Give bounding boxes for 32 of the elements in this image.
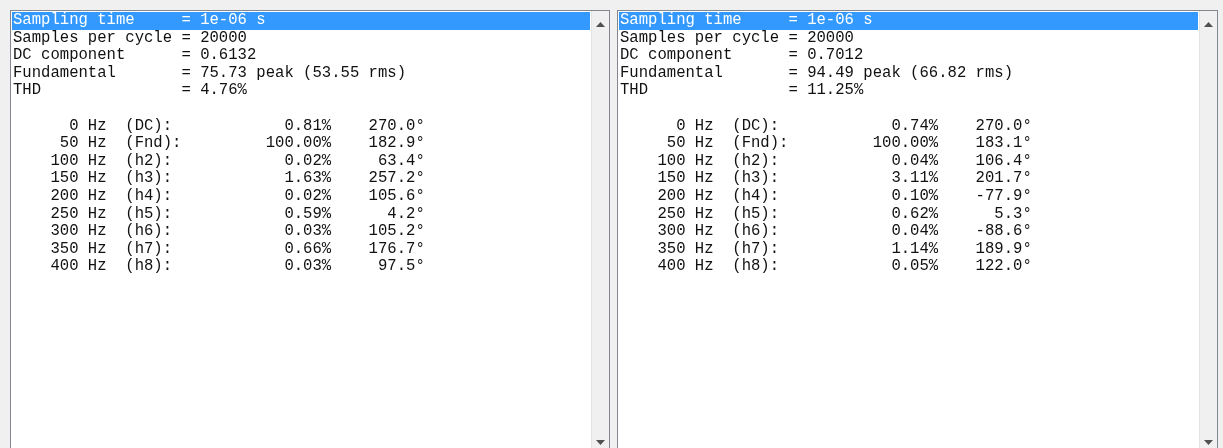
list-item[interactable]: DC component = 0.6132 <box>12 47 590 65</box>
list-item[interactable]: 350 Hz (h7): 1.14% 189.9° <box>619 240 1198 259</box>
scroll-up-icon[interactable] <box>596 22 605 27</box>
list-item[interactable]: 400 Hz (h8): 0.03% 97.5° <box>12 258 590 276</box>
list-item[interactable]: 300 Hz (h6): 0.04% -88.6° <box>619 223 1198 241</box>
list-item[interactable]: 200 Hz (h4): 0.10% -77.9° <box>619 187 1198 206</box>
list-item[interactable]: 0 Hz (DC): 0.74% 270.0° <box>619 117 1198 136</box>
list-item[interactable]: 50 Hz (Fnd): 100.00% 183.1° <box>619 135 1198 153</box>
scrollbar[interactable] <box>1199 11 1217 448</box>
list-item[interactable]: 100 Hz (h2): 0.04% 106.4° <box>619 152 1198 171</box>
list-item[interactable]: 250 Hz (h5): 0.62% 5.3° <box>619 205 1198 224</box>
scrollbar[interactable] <box>591 11 609 448</box>
list-item[interactable]: THD = 4.76% <box>12 82 590 100</box>
list-item[interactable]: 150 Hz (h3): 3.11% 201.7° <box>619 170 1198 188</box>
list-item[interactable]: THD = 11.25% <box>619 82 1198 100</box>
list-item[interactable]: 200 Hz (h4): 0.02% 105.6° <box>12 187 590 206</box>
list-item[interactable]: 150 Hz (h3): 1.63% 257.2° <box>12 170 590 188</box>
list-item[interactable]: 250 Hz (h5): 0.59% 4.2° <box>12 205 590 224</box>
list-item[interactable]: 400 Hz (h8): 0.05% 122.0° <box>619 258 1198 276</box>
list-item[interactable]: 100 Hz (h2): 0.02% 63.4° <box>12 152 590 171</box>
list-item[interactable]: Fundamental = 94.49 peak (66.82 rms) <box>619 64 1198 83</box>
list-item[interactable]: 50 Hz (Fnd): 100.00% 182.9° <box>12 135 590 153</box>
list-item[interactable]: DC component = 0.7012 <box>619 47 1198 65</box>
list-item[interactable]: 300 Hz (h6): 0.03% 105.2° <box>12 223 590 241</box>
scroll-down-icon[interactable] <box>596 440 605 445</box>
scroll-down-icon[interactable] <box>1204 440 1213 445</box>
list-item[interactable]: Fundamental = 75.73 peak (53.55 rms) <box>12 64 590 83</box>
list-item[interactable]: Samples per cycle = 20000 <box>619 29 1198 48</box>
list-item[interactable]: 350 Hz (h7): 0.66% 176.7° <box>12 240 590 259</box>
list-item[interactable]: Samples per cycle = 20000 <box>12 29 590 48</box>
list-item[interactable]: 0 Hz (DC): 0.81% 270.0° <box>12 117 590 136</box>
scroll-up-icon[interactable] <box>1204 22 1213 27</box>
